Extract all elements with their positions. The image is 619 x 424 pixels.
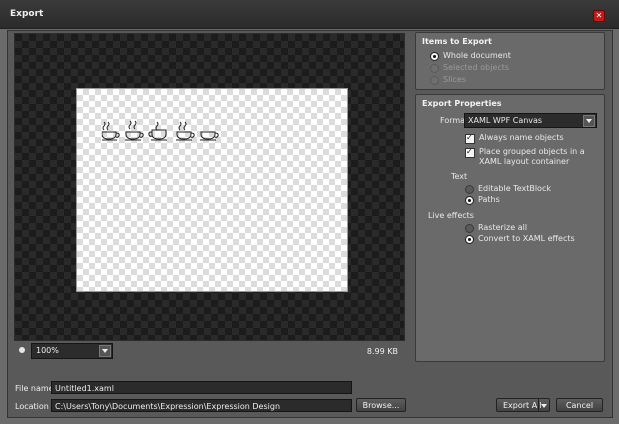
checkbox-indicator[interactable]: [465, 133, 475, 144]
radio-label: Rasterize all: [478, 223, 528, 232]
live-effects-section-label: Live effects: [428, 211, 474, 220]
radio-indicator[interactable]: [430, 64, 439, 73]
location-field[interactable]: C:\Users\Tony\Documents\Expression\Expre…: [51, 399, 352, 412]
items-to-export-group: Items to Export Whole document Selected …: [415, 32, 605, 90]
radio-indicator[interactable]: [465, 185, 474, 194]
file-name-label: File name: [15, 384, 54, 393]
radio-rasterize-all[interactable]: Rasterize all: [465, 223, 527, 233]
radio-label: Convert to XAML effects: [478, 234, 575, 243]
checkbox-always-name-objects[interactable]: Always name objects: [465, 133, 564, 144]
coffee-cup-icon: [102, 121, 120, 141]
coffee-cup-icon: [125, 120, 144, 141]
format-value: XAML WPF Canvas: [468, 116, 543, 125]
radio-selected-objects[interactable]: Selected objects: [430, 63, 509, 73]
window-title: Export: [10, 9, 44, 19]
zoom-value: 100%: [36, 346, 59, 355]
export-all-button[interactable]: Export All: [496, 398, 550, 412]
export-properties-title: Export Properties: [422, 99, 502, 108]
coffee-cups-artwork: [102, 120, 219, 141]
radio-label: Whole document: [443, 51, 511, 60]
checkbox-place-grouped-objects[interactable]: Place grouped objects in a XAML layout c…: [465, 147, 595, 167]
location-label: Location: [15, 402, 49, 411]
file-name-field[interactable]: Untitled1.xaml: [51, 381, 352, 394]
radio-label: Paths: [478, 195, 500, 204]
format-dropdown[interactable]: XAML WPF Canvas: [464, 113, 597, 128]
radio-indicator[interactable]: [430, 76, 439, 85]
radio-label: Selected objects: [443, 63, 510, 72]
zoom-indicator-icon: [19, 347, 25, 353]
checkbox-label: Place grouped objects in a XAML layout c…: [479, 147, 585, 166]
coffee-cup-icon: [176, 121, 195, 141]
items-to-export-title: Items to Export: [422, 37, 492, 46]
document-canvas: [76, 88, 348, 292]
checkbox-indicator[interactable]: [465, 147, 475, 158]
title-bar: Export ✕: [0, 0, 619, 29]
coffee-cup-icon: [148, 121, 167, 141]
radio-paths[interactable]: Paths: [465, 195, 500, 205]
file-size-label: 8.99 KB: [366, 347, 398, 356]
radio-label: Editable TextBlock: [478, 184, 551, 193]
preview-footer: 100% 8.99 KB: [14, 340, 403, 360]
dropdown-arrow-icon[interactable]: [99, 345, 111, 357]
text-section-label: Text: [451, 172, 468, 181]
close-icon[interactable]: ✕: [593, 10, 605, 22]
checkbox-label: Always name objects: [479, 133, 564, 142]
radio-whole-document[interactable]: Whole document: [430, 51, 511, 61]
browse-button[interactable]: Browse...: [356, 398, 406, 412]
zoom-dropdown[interactable]: 100%: [31, 343, 113, 359]
dropdown-arrow-icon[interactable]: [583, 115, 595, 127]
radio-indicator[interactable]: [465, 196, 474, 205]
export-all-label: Export All: [503, 401, 542, 410]
radio-editable-textblock[interactable]: Editable TextBlock: [465, 184, 551, 194]
radio-indicator[interactable]: [465, 224, 474, 233]
radio-indicator[interactable]: [430, 52, 439, 61]
coffee-cup-icon: [200, 131, 219, 141]
radio-slices[interactable]: Slices: [430, 75, 466, 85]
dropdown-arrow-icon[interactable]: [538, 399, 549, 411]
radio-indicator[interactable]: [465, 235, 474, 244]
cancel-button[interactable]: Cancel: [556, 398, 603, 412]
radio-label: Slices: [443, 75, 467, 84]
preview-panel[interactable]: [14, 33, 405, 341]
radio-convert-to-xaml-effects[interactable]: Convert to XAML effects: [465, 234, 575, 244]
